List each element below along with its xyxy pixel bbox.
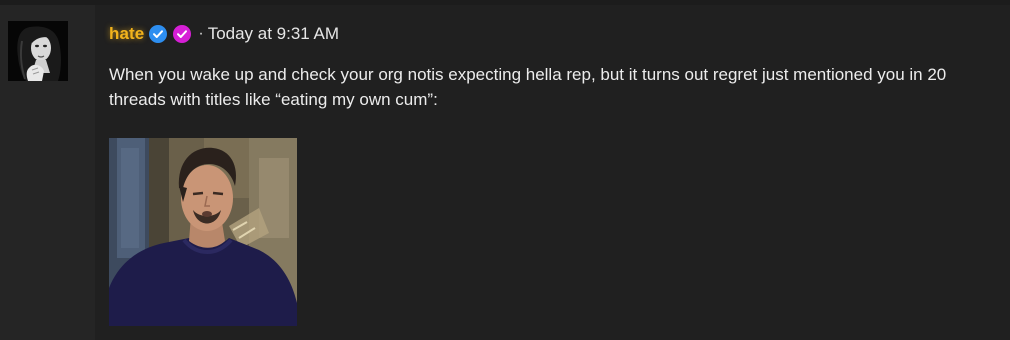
verified-check-icon [149, 25, 168, 43]
avatar[interactable] [8, 21, 68, 81]
message-text: When you wake up and check your org noti… [109, 65, 947, 109]
chat-message-container: hate · Today at 9:31 AM When you wake up… [0, 0, 1010, 340]
timestamp[interactable]: Today at 9:31 AM [208, 24, 339, 44]
avatar-portrait-image [8, 21, 68, 81]
gif-attachment[interactable] [109, 138, 297, 326]
username[interactable]: hate [109, 24, 144, 44]
message-header: hate · Today at 9:31 AM [109, 22, 339, 46]
reaction-gif-image [109, 138, 297, 326]
nitro-check-icon [173, 25, 192, 43]
header-separator: · [198, 25, 204, 42]
